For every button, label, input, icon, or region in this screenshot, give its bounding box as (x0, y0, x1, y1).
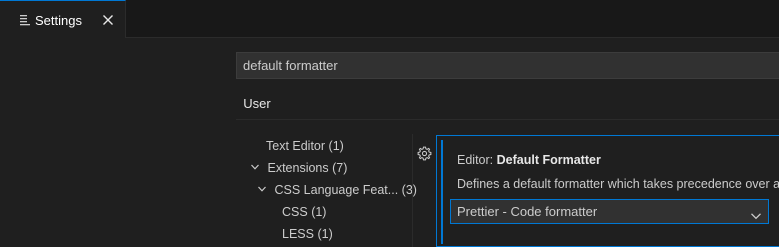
chevron-down-icon (249, 158, 261, 178)
settings-file-icon (20, 14, 31, 26)
default-formatter-select[interactable]: Prettier - Code formatter (450, 199, 769, 224)
toc-item-count: (1) (311, 205, 327, 219)
toc-item-label: LESS (282, 227, 314, 241)
gear-icon[interactable] (417, 146, 432, 161)
toc-item-label: Extensions (267, 161, 329, 175)
setting-description: Defines a default formatter which takes … (457, 177, 779, 191)
toc-item-css[interactable]: CSS (1) (282, 202, 326, 222)
setting-name: Default Formatter (496, 153, 601, 167)
chevron-down-icon (750, 206, 762, 220)
toc-item-css-language-features[interactable]: CSS Language Feat... (3) (256, 180, 417, 200)
toc-item-count: (1) (328, 139, 344, 153)
settings-search-input[interactable]: default formatter (236, 52, 779, 79)
toc-item-count: (1) (317, 227, 333, 241)
toc-item-label: CSS (282, 205, 308, 219)
toc-item-label: Text Editor (266, 139, 326, 153)
tab-settings[interactable]: Settings (0, 0, 126, 38)
scope-divider (236, 119, 779, 120)
setting-focus-indicator: Editor: Default Formatter Defines a defa… (441, 140, 779, 244)
chevron-down-icon (256, 180, 268, 200)
tab-user-scope[interactable]: User (236, 93, 278, 120)
toc-item-label: CSS Language Feat... (274, 183, 399, 197)
setting-category: Editor: (457, 153, 494, 167)
toc-divider (412, 134, 413, 247)
setting-title: Editor: Default Formatter (457, 153, 601, 167)
toc-item-count: (7) (332, 161, 348, 175)
tab-label: Settings (35, 13, 82, 28)
editor-tab-bar: Settings (0, 0, 779, 38)
toc-item-extensions[interactable]: Extensions (7) (249, 158, 347, 178)
select-value: Prettier - Code formatter (457, 204, 598, 219)
close-icon[interactable] (101, 13, 115, 27)
setting-item-default-formatter: Editor: Default Formatter Defines a defa… (436, 135, 779, 247)
toc-item-count: (3) (401, 183, 417, 197)
toc-item-text-editor[interactable]: Text Editor (1) (266, 136, 344, 156)
toc-item-less[interactable]: LESS (1) (282, 224, 333, 244)
